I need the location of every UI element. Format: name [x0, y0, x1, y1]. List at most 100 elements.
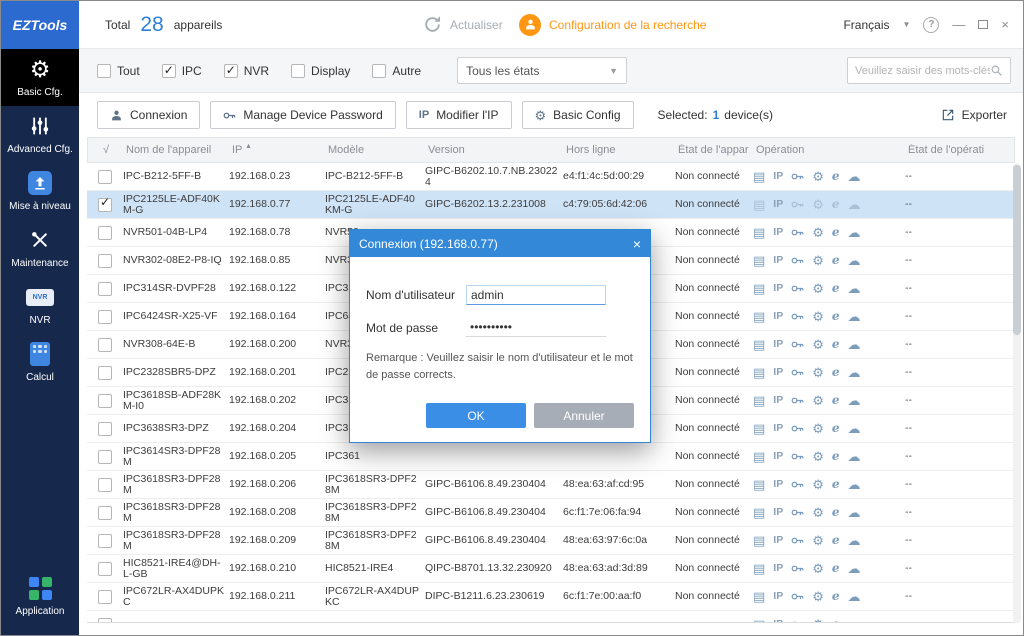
cloud-icon[interactable]: ☁ [848, 422, 861, 435]
modify-ip-icon[interactable]: IP [773, 311, 783, 322]
modify-ip-icon[interactable]: IP [773, 395, 783, 406]
config-gear-icon[interactable]: ⚙ [812, 366, 824, 379]
config-gear-icon[interactable]: ⚙ [812, 394, 824, 407]
modify-ip-icon[interactable]: IP [773, 479, 783, 490]
cloud-icon[interactable]: ☁ [848, 394, 861, 407]
connexion-button[interactable]: Connexion [97, 101, 200, 129]
row-checkbox[interactable] [98, 394, 112, 408]
search-box[interactable] [847, 57, 1011, 84]
password-field[interactable] [466, 318, 606, 337]
sidebar-item-calcul[interactable]: Calcul [1, 334, 79, 391]
password-key-icon[interactable] [791, 394, 804, 407]
cloud-icon[interactable]: ☁ [848, 450, 861, 463]
cloud-icon[interactable]: ☁ [848, 310, 861, 323]
ok-button[interactable]: OK [426, 403, 526, 428]
browser-icon[interactable]: e [832, 619, 840, 623]
help-button[interactable]: ? [923, 17, 939, 33]
username-field[interactable] [466, 285, 606, 305]
device-list-icon[interactable]: ▤ [753, 590, 765, 603]
row-checkbox[interactable] [98, 534, 112, 548]
browser-icon[interactable]: e [832, 507, 840, 518]
device-list-icon[interactable]: ▤ [753, 170, 765, 183]
export-button[interactable]: Exporter [941, 108, 1007, 122]
config-gear-icon[interactable]: ⚙ [812, 478, 824, 491]
sidebar-item-advanced-cfg[interactable]: Advanced Cfg. [1, 106, 79, 163]
cloud-icon[interactable]: ☁ [848, 366, 861, 379]
config-gear-icon[interactable]: ⚙ [812, 198, 824, 211]
password-key-icon[interactable] [791, 506, 804, 519]
password-key-icon[interactable] [791, 422, 804, 435]
filter-ipc[interactable]: IPC [162, 64, 202, 78]
modify-ip-icon[interactable]: IP [773, 535, 783, 546]
modify-ip-icon[interactable]: IP [773, 451, 783, 462]
row-checkbox[interactable] [98, 198, 112, 212]
scrollbar-thumb[interactable] [1013, 165, 1021, 335]
password-key-icon[interactable] [791, 170, 804, 183]
browser-icon[interactable]: e [832, 199, 840, 210]
browser-icon[interactable]: e [832, 171, 840, 182]
cloud-icon[interactable]: ☁ [848, 198, 861, 211]
table-row[interactable]: HIC8521-IRE4@DH-L-GB 192.168.0.210 HIC85… [87, 555, 1015, 583]
device-list-icon[interactable]: ▤ [753, 310, 765, 323]
modify-ip-icon[interactable]: IP [773, 255, 783, 266]
device-list-icon[interactable]: ▤ [753, 618, 765, 623]
search-icon[interactable] [990, 64, 1003, 77]
modify-ip-icon[interactable]: IP [773, 367, 783, 378]
column-device-state[interactable]: État de l'appar [676, 144, 754, 156]
column-offline[interactable]: Hors ligne [564, 144, 676, 156]
modify-ip-button[interactable]: IP Modifier l'IP [406, 101, 512, 129]
device-list-icon[interactable]: ▤ [753, 254, 765, 267]
row-checkbox[interactable] [98, 618, 112, 624]
row-checkbox[interactable] [98, 310, 112, 324]
browser-icon[interactable]: e [832, 591, 840, 602]
maximize-button[interactable] [978, 20, 988, 29]
device-list-icon[interactable]: ▤ [753, 450, 765, 463]
column-select-all[interactable]: √ [88, 144, 124, 156]
column-version[interactable]: Version [426, 144, 564, 156]
device-list-icon[interactable]: ▤ [753, 506, 765, 519]
cloud-icon[interactable]: ☁ [848, 226, 861, 239]
filter-autre[interactable]: Autre [372, 64, 421, 78]
modify-ip-icon[interactable]: IP [773, 563, 783, 574]
browser-icon[interactable]: e [832, 227, 840, 238]
state-dropdown[interactable]: Tous les états ▼ [457, 57, 627, 84]
table-row[interactable]: IPC2125LE-ADF40KM-G 192.168.0.77 IPC2125… [87, 191, 1015, 219]
search-input[interactable] [855, 65, 990, 77]
row-checkbox[interactable] [98, 478, 112, 492]
modify-ip-icon[interactable]: IP [773, 619, 783, 623]
device-list-icon[interactable]: ▤ [753, 478, 765, 491]
filter-nvr[interactable]: NVR [224, 64, 269, 78]
sidebar-item-basic-cfg[interactable]: ⚙ Basic Cfg. [1, 49, 79, 106]
device-list-icon[interactable]: ▤ [753, 534, 765, 547]
vertical-scrollbar[interactable] [1013, 163, 1021, 623]
close-button[interactable]: × [1001, 18, 1009, 31]
manage-password-button[interactable]: Manage Device Password [210, 101, 395, 129]
row-checkbox[interactable] [98, 282, 112, 296]
cloud-icon[interactable]: ☁ [848, 170, 861, 183]
row-checkbox[interactable] [98, 226, 112, 240]
row-checkbox[interactable] [98, 366, 112, 380]
row-checkbox[interactable] [98, 450, 112, 464]
cloud-icon[interactable]: ☁ [848, 506, 861, 519]
minimize-button[interactable]: — [952, 18, 965, 31]
column-ip[interactable]: ▲ IP [230, 144, 326, 156]
config-gear-icon[interactable]: ⚙ [812, 310, 824, 323]
modify-ip-icon[interactable]: IP [773, 507, 783, 518]
filter-display[interactable]: Display [291, 64, 350, 78]
config-gear-icon[interactable]: ⚙ [812, 506, 824, 519]
password-key-icon[interactable] [791, 590, 804, 603]
config-gear-icon[interactable]: ⚙ [812, 534, 824, 547]
browser-icon[interactable]: e [832, 479, 840, 490]
device-list-icon[interactable]: ▤ [753, 198, 765, 211]
config-gear-icon[interactable]: ⚙ [812, 590, 824, 603]
modify-ip-icon[interactable]: IP [773, 339, 783, 350]
config-gear-icon[interactable]: ⚙ [812, 226, 824, 239]
config-gear-icon[interactable]: ⚙ [812, 422, 824, 435]
config-gear-icon[interactable]: ⚙ [812, 562, 824, 575]
table-row[interactable]: IPC3618SR3-DPF28M 192.168.0.209 IPC3618S… [87, 527, 1015, 555]
cancel-button[interactable]: Annuler [534, 403, 634, 428]
table-row[interactable]: IPC3614SR3-DPF28M 192.168.0.205 IPC361 N… [87, 443, 1015, 471]
row-checkbox[interactable] [98, 590, 112, 604]
filter-tout[interactable]: Tout [97, 64, 140, 78]
cloud-icon[interactable]: ☁ [848, 618, 861, 623]
